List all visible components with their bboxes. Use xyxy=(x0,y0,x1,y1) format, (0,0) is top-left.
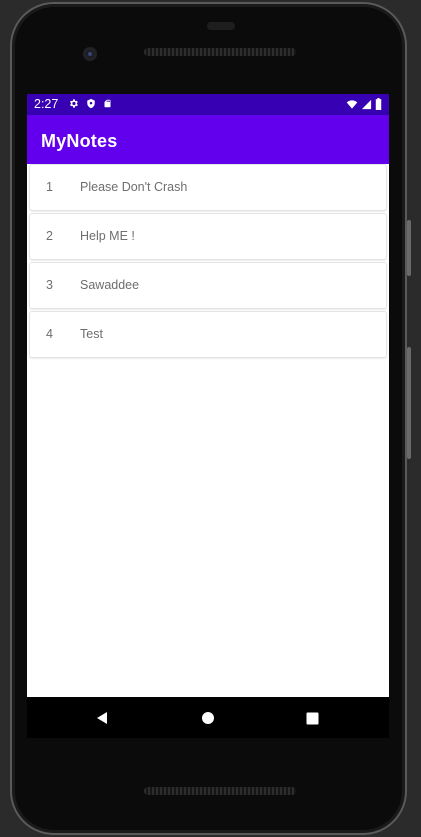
note-item[interactable]: 4 Test xyxy=(30,312,386,357)
sd-card-icon xyxy=(104,99,111,108)
note-id: 1 xyxy=(46,180,53,194)
recents-icon xyxy=(306,712,318,724)
status-icons-left xyxy=(68,98,112,109)
back-button[interactable] xyxy=(91,707,113,729)
note-id: 3 xyxy=(46,278,53,292)
app-title: MyNotes xyxy=(41,131,118,151)
shield-icon xyxy=(87,98,95,109)
front-camera xyxy=(83,47,97,61)
home-button[interactable] xyxy=(197,707,219,729)
note-title: Sawaddee xyxy=(80,278,140,292)
note-title: Please Don't Crash xyxy=(80,180,188,194)
gear-icon xyxy=(70,99,78,108)
device-screen: 2:27 MyNotes 1 Please Don't Crash 2 Help… xyxy=(27,94,389,738)
recents-button[interactable] xyxy=(301,707,323,729)
earpiece xyxy=(207,22,235,30)
back-icon xyxy=(97,712,107,724)
battery-icon xyxy=(375,98,382,110)
status-time: 2:27 xyxy=(34,97,59,111)
note-id: 4 xyxy=(46,327,53,341)
status-bar: 2:27 xyxy=(27,94,389,115)
status-icons-right xyxy=(346,98,382,110)
power-button[interactable] xyxy=(407,220,411,276)
home-icon xyxy=(202,712,214,724)
note-item[interactable]: 2 Help ME ! xyxy=(30,214,386,259)
app-bar: MyNotes xyxy=(27,115,389,164)
wifi-icon xyxy=(346,99,358,109)
note-item[interactable]: 3 Sawaddee xyxy=(30,263,386,308)
note-list: 1 Please Don't Crash 2 Help ME ! 3 Sawad… xyxy=(30,165,386,361)
top-speaker-grille xyxy=(144,48,296,56)
note-item[interactable]: 1 Please Don't Crash xyxy=(30,165,386,210)
bottom-speaker-grille xyxy=(144,787,296,795)
note-title: Test xyxy=(80,327,103,341)
volume-button[interactable] xyxy=(407,347,411,459)
signal-icon xyxy=(361,99,372,109)
notes-content: 1 Please Don't Crash 2 Help ME ! 3 Sawad… xyxy=(27,164,389,738)
note-id: 2 xyxy=(46,229,53,243)
navigation-bar xyxy=(27,697,389,738)
note-title: Help ME ! xyxy=(80,229,135,243)
